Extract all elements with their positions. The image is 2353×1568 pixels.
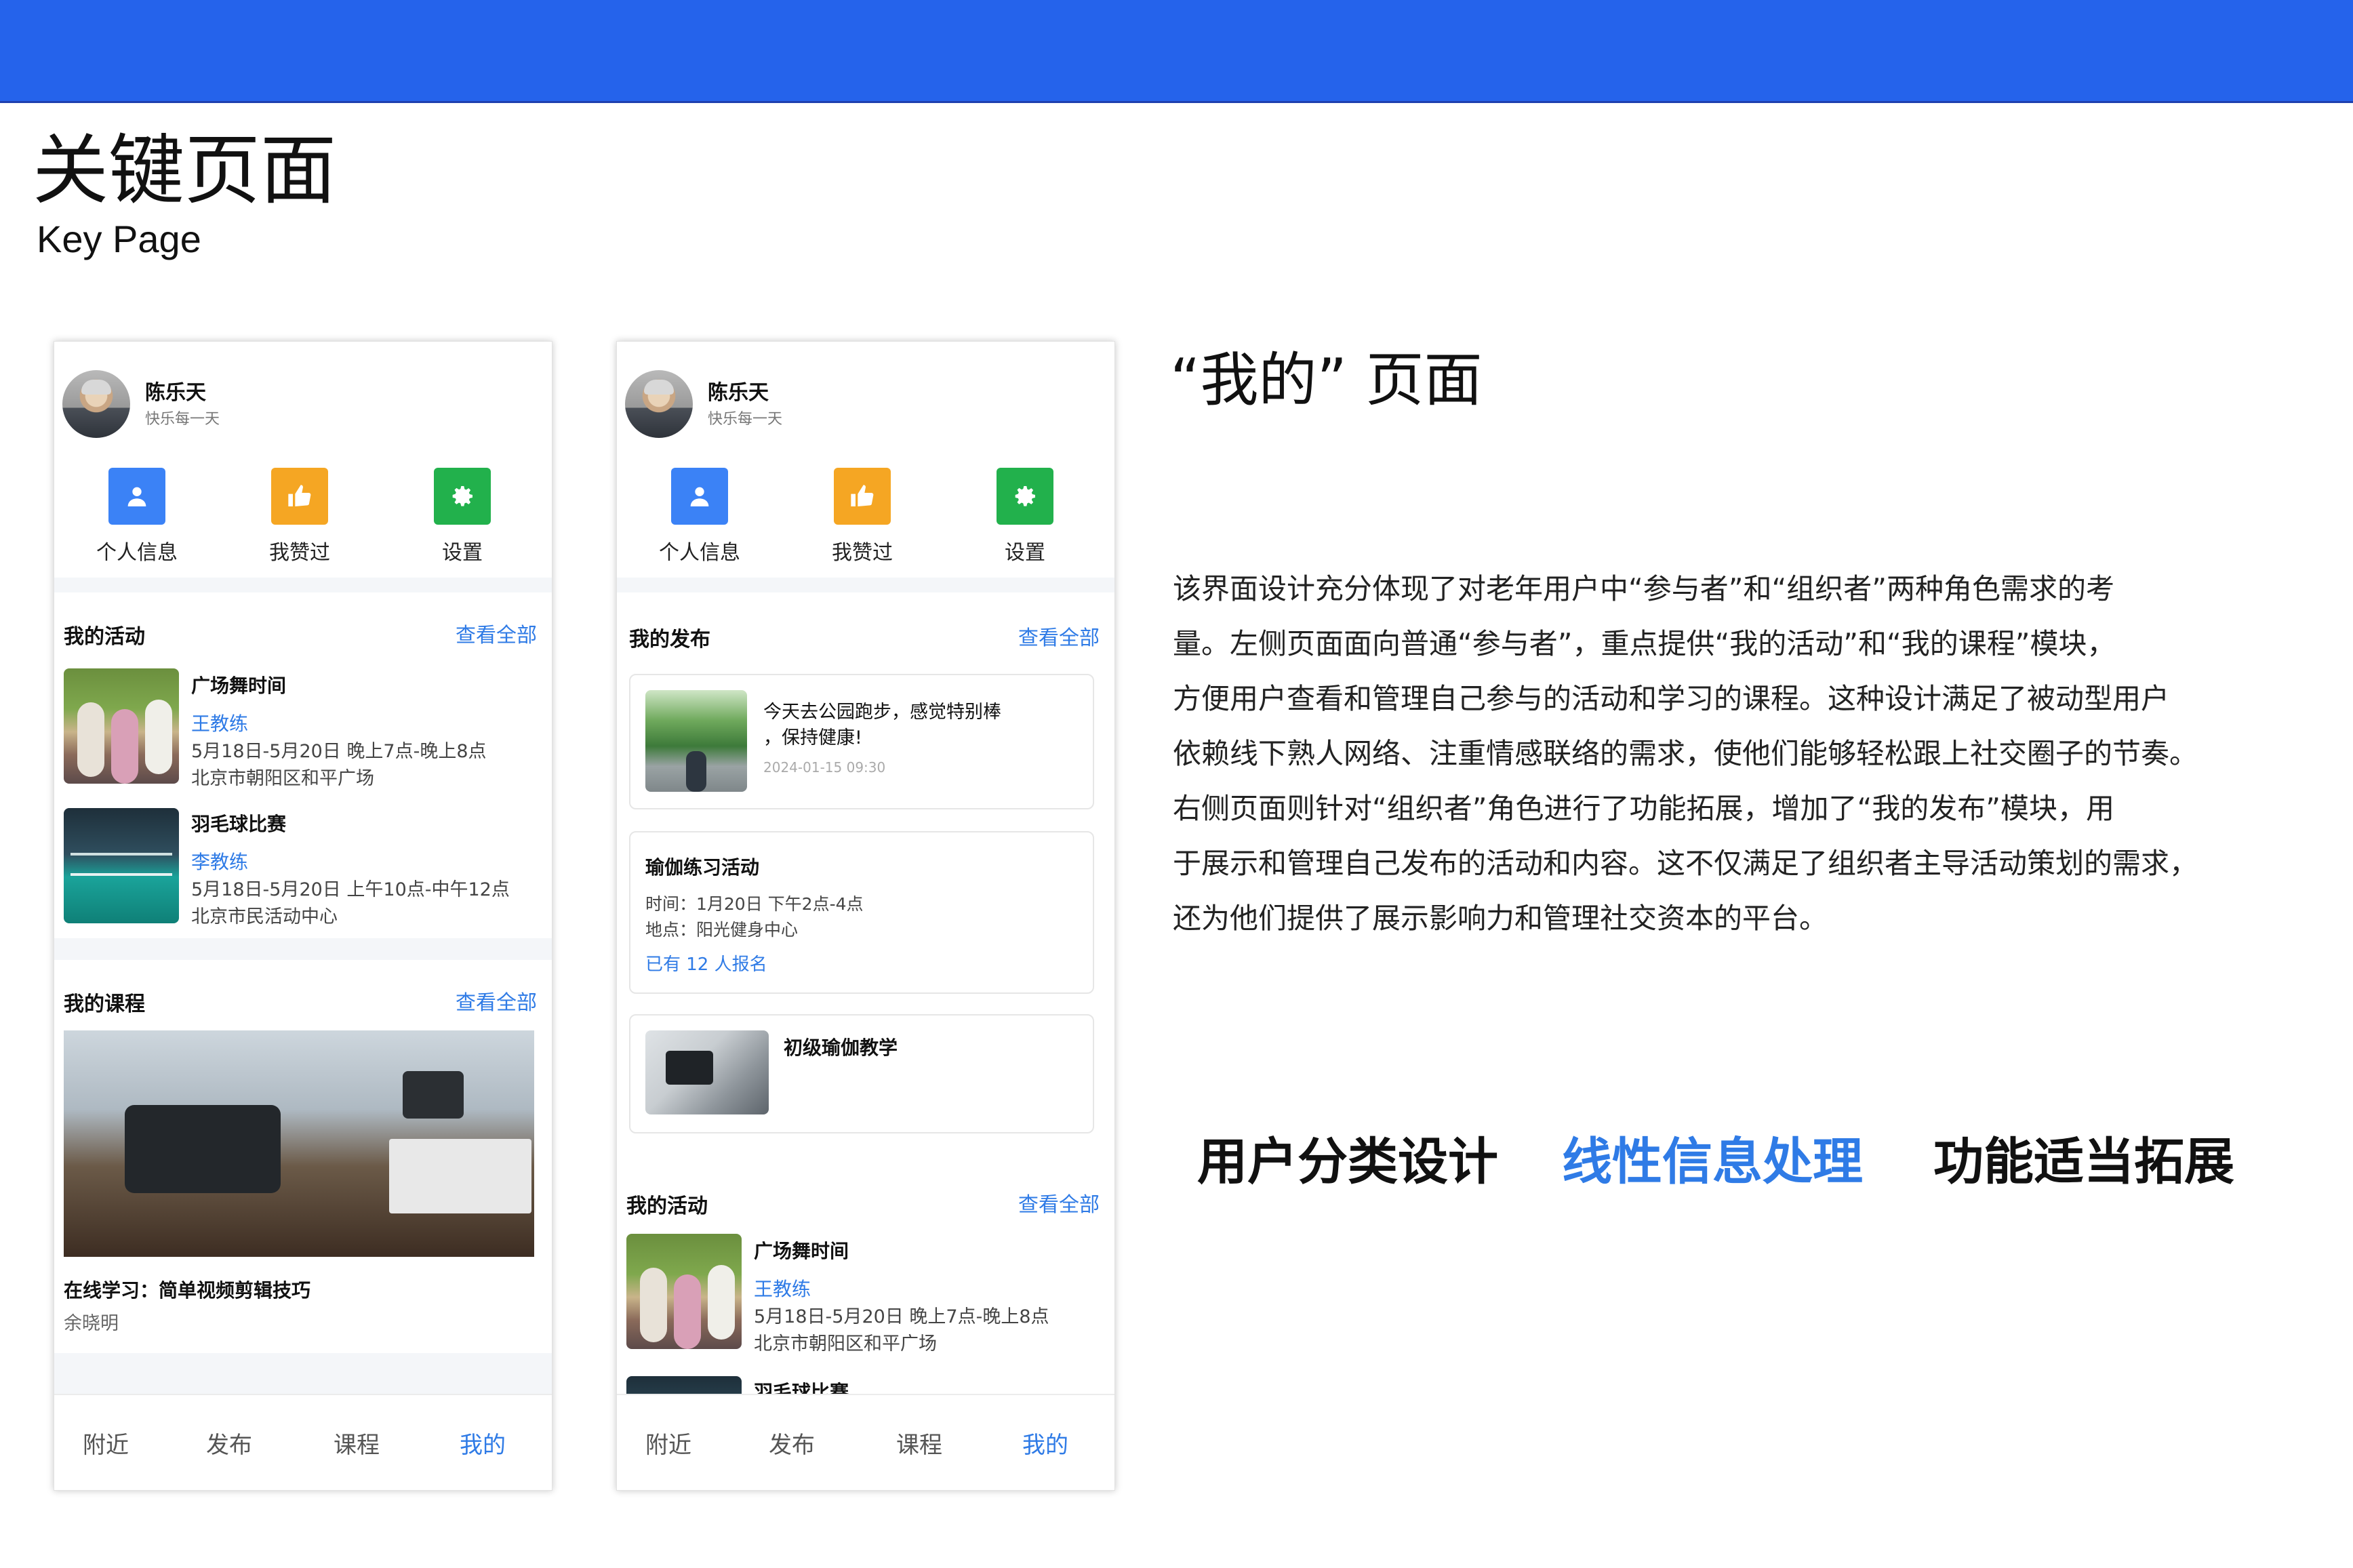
activity-coach: 王教练: [754, 1278, 811, 1300]
activity-coach: 王教练: [191, 712, 249, 735]
view-all-link[interactable]: 查看全部: [456, 618, 537, 648]
activity-image: [64, 668, 179, 784]
avatar[interactable]: [62, 370, 130, 438]
activity-time: 5月18日-5月20日 晚上7点-晚上8点: [191, 741, 487, 762]
post-card[interactable]: 今天去公园跑步，感觉特别棒 ，保持健康! 2024-01-15 09:30: [629, 674, 1094, 809]
tab-nearby[interactable]: 附近: [83, 1426, 129, 1460]
view-all-link[interactable]: 查看全部: [456, 986, 537, 1016]
activity-image: [64, 808, 179, 923]
activity-time: 5月18日-5月20日 上午10点-中午12点: [191, 879, 510, 900]
my-activities-section: 我的活动 查看全部 广场舞时间 王教练 5月18日-5月20日 晚上7点-晚上8…: [54, 592, 552, 938]
tab-mine[interactable]: 我的: [460, 1426, 506, 1460]
quick-action-label: 我赞过: [832, 541, 893, 565]
tab-nearby[interactable]: 附近: [645, 1426, 691, 1460]
section-title: 我的活动: [626, 1194, 708, 1218]
post-time: 2024-01-15 09:30: [763, 759, 886, 776]
quick-action-label: 设置: [1005, 541, 1045, 565]
signup-count: 已有 12 人报名: [645, 954, 767, 975]
post-text-line: 今天去公园跑步，感觉特别棒: [763, 702, 1001, 723]
quick-action-label: 个人信息: [659, 541, 740, 565]
activity-image: [626, 1234, 742, 1349]
feature-label: 用户分类设计: [1197, 1133, 1498, 1191]
tab-publish[interactable]: 发布: [769, 1426, 815, 1460]
post-image: [645, 690, 747, 792]
quick-action-label: 个人信息: [96, 541, 178, 565]
activity-name: 羽毛球比赛: [191, 813, 287, 835]
activity-name: 广场舞时间: [191, 675, 287, 697]
post-image: [645, 1030, 769, 1114]
quick-action-settings[interactable]: 设置: [401, 468, 523, 565]
tab-courses[interactable]: 课程: [334, 1426, 380, 1460]
profile-header: 陈乐天 快乐每一天 个人信息 我赞过 设置: [54, 342, 552, 578]
section-heading: “我的” 页面: [1170, 346, 1483, 414]
quick-action-profile[interactable]: 个人信息: [76, 468, 198, 565]
view-all-link[interactable]: 查看全部: [1018, 621, 1100, 651]
tab-courses[interactable]: 课程: [896, 1426, 942, 1460]
user-name: 陈乐天: [145, 381, 206, 405]
avatar[interactable]: [625, 370, 693, 438]
top-banner: [0, 0, 2353, 103]
quick-action-settings[interactable]: 设置: [964, 468, 1086, 565]
description-line: 还为他们提供了展示影响力和管理社交资本的平台。: [1173, 902, 1828, 935]
section-title: 我的发布: [629, 628, 710, 651]
phone-mockup-organizer: 陈乐天 快乐每一天 个人信息 我赞过 设置 我的发布 查看全部 今天去公园跑步，…: [616, 341, 1115, 1491]
post-title: 瑜伽练习活动: [645, 856, 760, 879]
course-teacher: 余晓明: [64, 1313, 119, 1334]
post-card[interactable]: 瑜伽练习活动 时间：1月20日 下午2点-4点 地点：阳光健身中心 已有 12 …: [629, 831, 1094, 994]
user-icon: [671, 468, 728, 525]
feature-label: 功能适当拓展: [1933, 1133, 2234, 1191]
bottom-tab-bar: 附近 发布 课程 我的: [617, 1394, 1114, 1490]
activity-name: 广场舞时间: [754, 1240, 849, 1262]
page-subtitle: Key Page: [37, 218, 201, 260]
quick-action-liked[interactable]: 我赞过: [801, 468, 923, 565]
user-icon: [108, 468, 165, 525]
course-name[interactable]: 在线学习：简单视频剪辑技巧: [64, 1276, 310, 1303]
post-text-line: ，保持健康!: [763, 727, 862, 748]
tab-publish[interactable]: 发布: [206, 1426, 252, 1460]
quick-action-label: 设置: [442, 541, 483, 565]
tab-mine[interactable]: 我的: [1022, 1426, 1068, 1460]
activity-place: 北京市朝阳区和平广场: [754, 1333, 937, 1354]
thumbs-up-icon: [271, 468, 328, 525]
view-all-link[interactable]: 查看全部: [1018, 1188, 1100, 1218]
activity-place: 北京市民活动中心: [191, 906, 338, 927]
activity-coach: 李教练: [191, 851, 249, 873]
user-motto: 快乐每一天: [145, 411, 220, 428]
thumbs-up-icon: [834, 468, 891, 525]
description-line: 右侧页面则针对“组织者”角色进行了功能拓展，增加了“我的发布”模块，用: [1173, 792, 2115, 825]
user-motto: 快乐每一天: [708, 411, 783, 428]
my-activities-section: 我的活动 查看全部 广场舞时间 王教练 5月18日-5月20日 晚上7点-晚上8…: [617, 1162, 1114, 1490]
description-line: 方便用户查看和管理自己参与的活动和学习的课程。这种设计满足了被动型用户: [1173, 682, 2170, 715]
quick-action-liked[interactable]: 我赞过: [239, 468, 361, 565]
post-title: 初级瑜伽教学: [784, 1037, 898, 1059]
post-card[interactable]: 初级瑜伽教学: [629, 1014, 1094, 1133]
description-line: 于展示和管理自己发布的活动和内容。这不仅满足了组织者主导活动策划的需求，: [1173, 847, 2198, 880]
user-name: 陈乐天: [708, 381, 769, 405]
quick-action-label: 我赞过: [269, 541, 330, 565]
description-paragraph: 该界面设计充分体现了对老年用户中“参与者”和“组织者”两种角色需求的考 量。左侧…: [1173, 561, 2285, 946]
description-line: 该界面设计充分体现了对老年用户中“参与者”和“组织者”两种角色需求的考: [1173, 572, 2115, 605]
gear-icon: [997, 468, 1053, 525]
activity-place: 北京市朝阳区和平广场: [191, 768, 374, 789]
profile-header: 陈乐天 快乐每一天 个人信息 我赞过 设置: [617, 342, 1114, 578]
gear-icon: [434, 468, 491, 525]
activity-time: 5月18日-5月20日 晚上7点-晚上8点: [754, 1306, 1049, 1327]
feature-label-highlight: 线性信息处理: [1562, 1133, 1863, 1191]
post-place: 地点：阳光健身中心: [645, 920, 799, 940]
page-title: 关键页面: [33, 127, 336, 215]
my-courses-section: 我的课程 查看全部 在线学习：简单视频剪辑技巧 余晓明: [54, 960, 552, 1353]
description-line: 依赖线下熟人网络、注重情感联络的需求，使他们能够轻松跟上社交圈子的节奏。: [1173, 737, 2198, 770]
post-time: 时间：1月20日 下午2点-4点: [645, 894, 864, 914]
section-title: 我的活动: [64, 625, 145, 649]
section-title: 我的课程: [64, 992, 145, 1016]
description-line: 量。左侧页面面向普通“参与者”，重点提供“我的活动”和“我的课程”模块，: [1173, 627, 2116, 660]
phone-mockup-participant: 陈乐天 快乐每一天 个人信息 我赞过 设置 我的活动 查看全部 广场舞时间 王教…: [54, 341, 552, 1491]
course-thumbnail[interactable]: [64, 1030, 534, 1257]
bottom-tab-bar: 附近 发布 课程 我的: [54, 1394, 552, 1490]
quick-action-profile[interactable]: 个人信息: [639, 468, 761, 565]
